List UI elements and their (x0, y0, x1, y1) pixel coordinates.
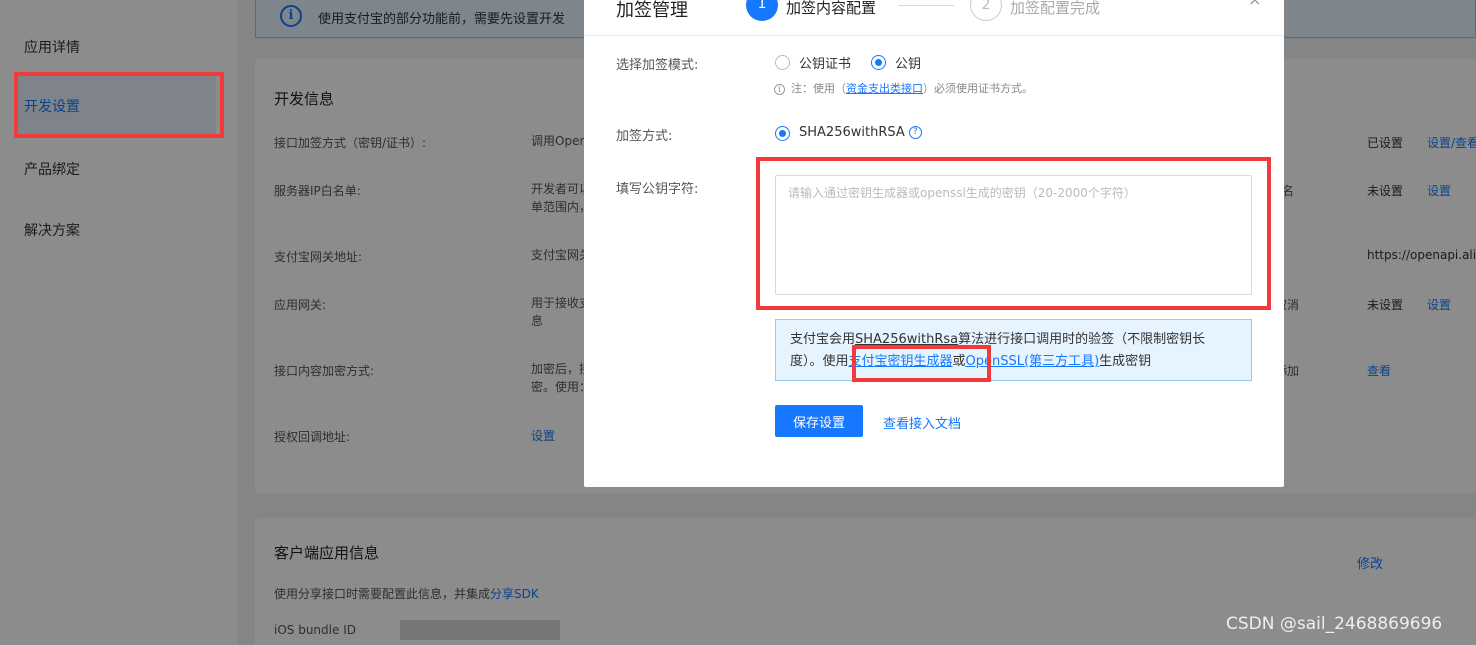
help-icon[interactable]: ? (908, 126, 922, 139)
public-key-input[interactable] (775, 175, 1252, 295)
save-button[interactable]: 保存设置 (775, 405, 863, 437)
modal-title: 加签管理 (616, 0, 688, 21)
watermark: CSDN @sail_2468869696 (1226, 614, 1443, 634)
fund-interface-link[interactable]: 资金支出类接口 (846, 82, 923, 95)
app-page: 应用详情 开发设置 产品绑定 解决方案 i 使用支付宝的部分功能前，需要先设置开… (0, 0, 1476, 645)
radio-public-key-cert[interactable] (775, 55, 790, 70)
openssl-link[interactable]: OpenSSL(第三方工具) (966, 354, 1100, 369)
sign-mode-note: i 注：使用（资金支出类接口）必须使用证书方式。 (774, 80, 1033, 96)
key-generator-info: 支付宝会用SHA256withRsa算法进行接口调用时的验签（不限制密钥长度）。… (775, 319, 1252, 381)
step-1-indicator: 1 (746, 0, 778, 21)
sha256-option[interactable]: SHA256withRSA? (799, 125, 922, 140)
algo-name: SHA256withRsa (855, 332, 959, 347)
step-divider (898, 5, 954, 6)
close-icon[interactable]: × (1248, 0, 1261, 9)
modal-header: 加签管理 1 加签内容配置 2 加签配置完成 × (584, 0, 1284, 36)
step-2-indicator: 2 (970, 0, 1002, 21)
sign-method-label: 加签方式: (616, 129, 673, 144)
step-1-label: 加签内容配置 (786, 0, 877, 17)
step-2-label: 加签配置完成 (1010, 0, 1101, 17)
radio-public-key-label[interactable]: 公钥 (895, 53, 921, 72)
info-icon: i (774, 84, 785, 95)
sign-mode-label: 选择加签模式: (616, 58, 699, 73)
radio-public-key-cert-label[interactable]: 公钥证书 (799, 53, 851, 72)
view-docs-link[interactable]: 查看接入文档 (883, 413, 961, 432)
radio-public-key[interactable] (871, 55, 886, 70)
public-key-label: 填写公钥字符: (616, 182, 699, 197)
sign-management-modal: 加签管理 1 加签内容配置 2 加签配置完成 × 选择加签模式: 公钥证书 公钥… (584, 0, 1284, 487)
key-generator-link[interactable]: 支付宝密钥生成器 (849, 354, 953, 369)
radio-sha256[interactable] (775, 126, 790, 141)
